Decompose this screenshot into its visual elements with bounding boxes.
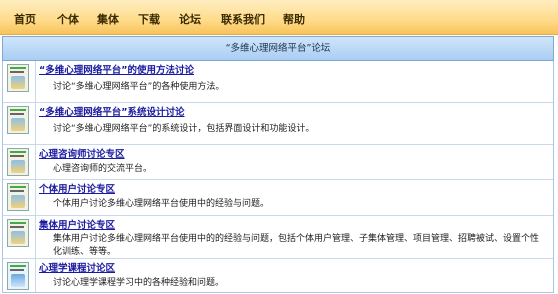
nav-item-download[interactable]: 下载 bbox=[138, 11, 160, 27]
forum-title-link[interactable]: 心理咨询师讨论专区 bbox=[39, 146, 125, 160]
forum-thumbnail-image bbox=[7, 106, 29, 134]
forum-row: “多维心理网络平台”系统设计讨论 讨论“多维心理网络平台”的系统设计，包括界面设… bbox=[3, 103, 553, 145]
nav-item-contact[interactable]: 联系我们 bbox=[221, 11, 265, 27]
forum-list: “多维心理网络平台”的使用方法讨论 讨论“多维心理网络平台”的各种使用方法。 “… bbox=[2, 61, 554, 293]
forum-title-link[interactable]: 集体用户讨论专区 bbox=[39, 217, 115, 231]
nav-item-forum[interactable]: 论坛 bbox=[179, 11, 201, 27]
forum-thumbnail-image bbox=[7, 64, 29, 92]
forum-thumbnail-image bbox=[7, 262, 29, 290]
forum-row: 个体用户讨论专区 个体用户讨论多维心理网络平台使用中的经验与问题。 bbox=[3, 180, 553, 216]
forum-row: 心理学课程讨论区 讨论心理学课程学习中的各种经验和问题。 bbox=[3, 259, 553, 292]
forum-row: 心理咨询师讨论专区 心理咨询师的交流平台。 bbox=[3, 145, 553, 180]
row-divider bbox=[35, 145, 36, 179]
top-nav-bar: 首页 个体 集体 下载 论坛 联系我们 帮助 bbox=[0, 0, 558, 35]
nav-item-individual[interactable]: 个体 bbox=[57, 11, 79, 27]
forum-description: 讨论心理学课程学习中的各种经验和问题。 bbox=[53, 278, 225, 288]
forum-thumbnail-image bbox=[7, 148, 29, 176]
forum-description: 心理咨询师的交流平台。 bbox=[53, 164, 153, 174]
row-divider bbox=[35, 180, 36, 215]
forum-header-title: “多维心理网络平台”论坛 bbox=[225, 43, 331, 54]
forum-thumbnail-image bbox=[7, 183, 29, 211]
forum-title-link[interactable]: “多维心理网络平台”系统设计讨论 bbox=[39, 104, 185, 118]
forum-description: 个体用户讨论多维心理网络平台使用中的经验与问题。 bbox=[53, 199, 270, 209]
row-divider bbox=[35, 61, 36, 102]
forum-description: 集体用户讨论多维心理网络平台使用中的的经验与问题，包括个体用户管理、子集体管理、… bbox=[53, 234, 540, 257]
forum-description: 讨论“多维心理网络平台”的系统设计，包括界面设计和功能设计。 bbox=[53, 124, 315, 134]
row-divider bbox=[35, 103, 36, 144]
nav-item-help[interactable]: 帮助 bbox=[283, 11, 305, 27]
forum-row: “多维心理网络平台”的使用方法讨论 讨论“多维心理网络平台”的各种使用方法。 bbox=[3, 61, 553, 103]
nav-item-home[interactable]: 首页 bbox=[14, 11, 36, 27]
forum-thumbnail-image bbox=[7, 219, 29, 247]
row-divider bbox=[35, 216, 36, 258]
nav-item-group[interactable]: 集体 bbox=[97, 11, 119, 27]
forum-description: 讨论“多维心理网络平台”的各种使用方法。 bbox=[53, 82, 225, 92]
forum-title-link[interactable]: 心理学课程讨论区 bbox=[39, 260, 115, 274]
forum-header: “多维心理网络平台”论坛 bbox=[2, 36, 554, 61]
forum-title-link[interactable]: 个体用户讨论专区 bbox=[39, 181, 115, 195]
forum-row: 集体用户讨论专区 集体用户讨论多维心理网络平台使用中的的经验与问题，包括个体用户… bbox=[3, 216, 553, 259]
row-divider bbox=[35, 259, 36, 292]
forum-title-link[interactable]: “多维心理网络平台”的使用方法讨论 bbox=[39, 62, 194, 76]
